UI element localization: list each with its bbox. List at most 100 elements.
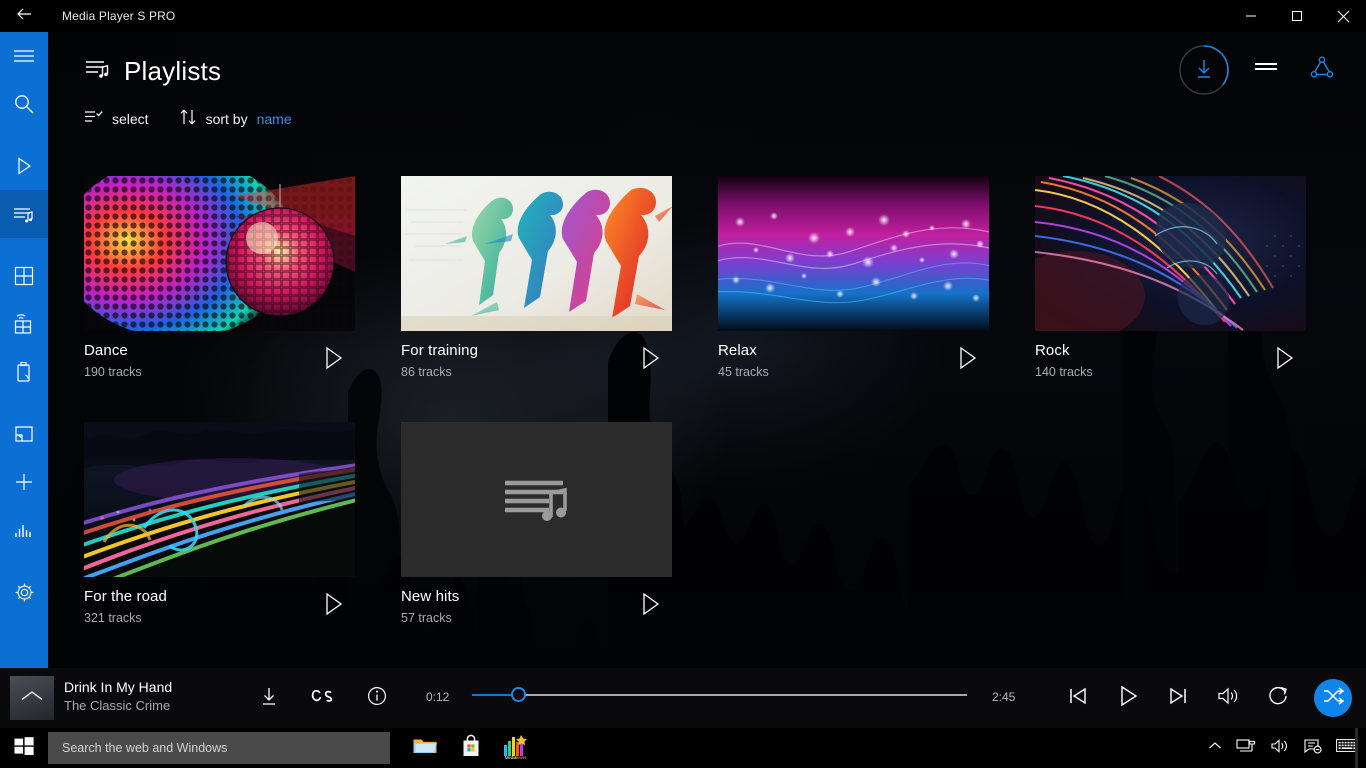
- playlist-card[interactable]: Relax 45 tracks: [718, 176, 989, 397]
- playlist-title: For training: [401, 342, 479, 359]
- track-info-button[interactable]: [363, 684, 391, 712]
- download-button[interactable]: [1178, 44, 1230, 96]
- playlist-card[interactable]: Dance 190 tracks: [84, 176, 355, 397]
- playlist-card[interactable]: New hits 57 tracks: [401, 422, 672, 643]
- windows-start-icon: [14, 736, 34, 761]
- playlist-track-count: 190 tracks: [84, 365, 142, 379]
- playlist-title: Rock: [1035, 342, 1070, 359]
- playlist-thumbnail-for-training[interactable]: [401, 176, 672, 331]
- playlist-play-button[interactable]: [634, 343, 668, 377]
- shuffle-button[interactable]: [1314, 679, 1352, 717]
- seek-slider[interactable]: [472, 687, 967, 702]
- equalizer-icon: [14, 522, 34, 538]
- playlist-play-button[interactable]: [1268, 343, 1302, 377]
- playlist-meta: For training 86 tracks: [401, 331, 672, 397]
- play-triangle-icon: [957, 346, 979, 375]
- maximize-button[interactable]: [1274, 0, 1320, 32]
- repeat-icon: [1267, 685, 1289, 712]
- tray-volume[interactable]: [1270, 738, 1290, 759]
- now-playing-info: Drink In My Hand The Classic Crime: [64, 679, 172, 713]
- playlist-meta: For the road 321 tracks: [84, 577, 355, 643]
- tray-show-hidden-icons[interactable]: [1208, 739, 1222, 757]
- back-button[interactable]: [0, 0, 48, 32]
- system-tray: [1208, 728, 1358, 768]
- volume-icon: [1216, 686, 1240, 711]
- sidebar-item-equalizer[interactable]: [0, 506, 48, 554]
- play-pause-button[interactable]: [1114, 684, 1142, 712]
- taskbar-app-media-player[interactable]: Media player: [496, 728, 538, 768]
- repeat-button[interactable]: [1264, 684, 1292, 712]
- sidebar-item-device[interactable]: [0, 348, 48, 396]
- playlist-thumbnail-new-hits[interactable]: [401, 422, 672, 577]
- playlist-card[interactable]: For the road 321 tracks: [84, 422, 355, 643]
- playlist-play-button[interactable]: [951, 343, 985, 377]
- page-title: Playlists: [84, 56, 221, 87]
- download-icon: [259, 686, 279, 711]
- taskbar-app-store[interactable]: [450, 728, 492, 768]
- now-playing-bar: Drink In My Hand The Classic Crime 0:12 …: [0, 668, 1366, 728]
- minimize-button[interactable]: [1228, 0, 1274, 32]
- sidebar-item-nowplaying[interactable]: [0, 142, 48, 190]
- playlist-thumbnail-relax[interactable]: [718, 176, 989, 331]
- transport-controls: [1064, 668, 1352, 728]
- playlist-play-button[interactable]: [634, 589, 668, 623]
- seek-track: [472, 694, 967, 696]
- grid-icon: [14, 266, 34, 286]
- volume-button[interactable]: [1214, 684, 1242, 712]
- start-button[interactable]: [0, 728, 48, 768]
- rail-spacer: [0, 554, 48, 568]
- show-desktop-button[interactable]: [1355, 728, 1358, 768]
- seek-thumb[interactable]: [511, 687, 526, 702]
- view-options-button[interactable]: [1246, 50, 1286, 90]
- sidebar-item-add[interactable]: [0, 458, 48, 506]
- playlist-card[interactable]: Rock 140 tracks: [1035, 176, 1306, 397]
- window-title: Media Player S PRO: [62, 9, 176, 23]
- page-title-text: Playlists: [124, 56, 222, 86]
- previous-button[interactable]: [1064, 684, 1092, 712]
- left-navigation-rail: [0, 32, 48, 668]
- play-triangle-icon: [14, 156, 34, 176]
- lastfm-scrobble-button[interactable]: [309, 684, 337, 712]
- close-icon: [1337, 10, 1350, 23]
- next-button[interactable]: [1164, 684, 1192, 712]
- download-progress-ring: [1178, 44, 1230, 96]
- playlist-track-count: 57 tracks: [401, 611, 452, 625]
- previous-track-icon: [1067, 686, 1089, 711]
- share-button[interactable]: [1302, 50, 1342, 90]
- playlist-thumbnail-for-the-road[interactable]: [84, 422, 355, 577]
- taskbar-search-box[interactable]: Search the web and Windows: [48, 732, 390, 764]
- close-button[interactable]: [1320, 0, 1366, 32]
- playlist-play-button[interactable]: [317, 589, 351, 623]
- tray-network[interactable]: [1236, 738, 1256, 759]
- tray-action-center[interactable]: [1304, 738, 1322, 759]
- hamburger-menu-icon: [13, 48, 35, 64]
- rail-spacer: [0, 396, 48, 410]
- sidebar-item-cast[interactable]: [0, 410, 48, 458]
- playlist-track-count: 321 tracks: [84, 611, 142, 625]
- sidebar-item-menu[interactable]: [0, 32, 48, 80]
- sort-by-button[interactable]: sort by name: [179, 108, 292, 129]
- playlist-play-button[interactable]: [317, 343, 351, 377]
- sidebar-item-search[interactable]: [0, 80, 48, 128]
- taskbar-app-file-explorer[interactable]: [404, 728, 446, 768]
- download-track-button[interactable]: [255, 684, 283, 712]
- now-playing-album-art[interactable]: [10, 676, 54, 720]
- select-button[interactable]: select: [84, 109, 149, 128]
- volume-icon: [1270, 738, 1290, 759]
- sidebar-item-library[interactable]: [0, 252, 48, 300]
- sidebar-item-network[interactable]: [0, 300, 48, 348]
- rail-spacer: [0, 128, 48, 142]
- minimize-icon: [1245, 10, 1257, 22]
- playlist-thumbnail-dance[interactable]: [84, 176, 355, 331]
- maximize-icon: [1291, 10, 1303, 22]
- playlist-track-count: 140 tracks: [1035, 365, 1093, 379]
- sidebar-item-settings[interactable]: [0, 568, 48, 616]
- playlist-thumbnail-rock[interactable]: [1035, 176, 1306, 331]
- svg-text:player: player: [515, 755, 527, 759]
- select-list-icon: [84, 109, 103, 128]
- sort-by-value[interactable]: name: [257, 111, 292, 127]
- play-triangle-icon: [640, 346, 662, 375]
- play-triangle-icon: [1274, 346, 1296, 375]
- sidebar-item-playlists[interactable]: [0, 190, 48, 238]
- playlist-card[interactable]: For training 86 tracks: [401, 176, 672, 397]
